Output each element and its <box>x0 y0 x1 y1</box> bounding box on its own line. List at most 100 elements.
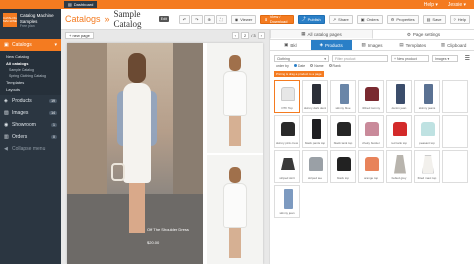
product-tile[interactable]: peasant top <box>414 115 440 148</box>
product-label: striped tee <box>307 176 322 180</box>
sidebar-item-showroom[interactable]: ◉ Showroom 1 <box>0 119 61 131</box>
sort-options: order by Date Name Rank <box>270 64 474 68</box>
sort-date[interactable]: Date <box>293 64 305 68</box>
product-price[interactable]: $20.00 <box>147 240 159 245</box>
product-tile[interactable]: skinny jeans <box>414 80 440 113</box>
secondary-photo-top[interactable] <box>207 43 263 153</box>
product-tile[interactable]: black pants top <box>302 115 328 148</box>
product-tile[interactable]: skinny pink crew <box>274 115 300 148</box>
subtab-templates[interactable]: ▤ Templates <box>392 40 433 50</box>
radio-name[interactable] <box>310 64 314 67</box>
redo-button[interactable]: ↷ <box>191 14 203 24</box>
product-tile[interactable]: black tank top <box>330 115 356 148</box>
dashboard-button[interactable]: ▤ Dashboard <box>64 1 98 8</box>
breadcrumb-catalogs[interactable]: Catalogs <box>65 14 101 24</box>
category-select[interactable]: Clothing ▾ <box>274 55 329 62</box>
product-thumbnail <box>392 154 408 174</box>
product-tile[interactable]: striped tee <box>302 150 328 183</box>
orders-button[interactable]: ▣ Orders <box>356 14 383 24</box>
publish-button[interactable]: ⤴ Publish <box>297 14 325 24</box>
panel-subtabs: ▣ Bkl ◈ Products ▨ Images ▤ Templates ▥ Clipb… <box>270 40 474 51</box>
editor-header: Catalogs » Sample Catalog Edit ↶ ↷ ⊕ ⛶ ◉… <box>61 9 474 30</box>
product-tile[interactable]: striped skirt <box>274 150 300 183</box>
save-button[interactable]: ▤ Save <box>422 14 446 24</box>
fullscreen-button[interactable]: ⛶ <box>215 14 227 24</box>
product-thumbnail <box>280 189 296 209</box>
product-tile[interactable]: red tank top <box>386 115 412 148</box>
product-label: black pants top <box>304 141 326 145</box>
user-menu[interactable]: Jessie ▾ <box>448 2 466 8</box>
product-thumbnail <box>280 154 296 174</box>
product-label: red tank top <box>391 141 407 145</box>
prev-page-button[interactable]: ‹ <box>231 32 239 39</box>
product-tile[interactable]: denim jean <box>386 80 412 113</box>
product-label: fitted maxi top <box>417 176 437 180</box>
product-thumbnail <box>308 84 324 104</box>
radio-date[interactable] <box>293 64 297 67</box>
product-label: ribbed tommy <box>361 106 381 110</box>
help-icon: ? <box>453 16 456 22</box>
sidebar-item-products[interactable]: ◈ Products 19 <box>0 95 61 107</box>
product-tile[interactable]: black top <box>330 150 356 183</box>
secondary-photo-bottom[interactable] <box>207 155 263 264</box>
subtab-clipboard[interactable]: ▥ Clipboard <box>433 40 474 50</box>
product-thumbnail <box>280 84 296 104</box>
new-page-button[interactable]: + new page <box>65 32 94 39</box>
chevron-down-icon: ▾ <box>54 42 57 48</box>
next-page-button[interactable]: › <box>257 32 265 39</box>
help-menu[interactable]: Help ▾ <box>424 2 438 8</box>
sort-name[interactable]: Name <box>310 64 324 68</box>
product-tile <box>442 80 468 113</box>
submenu-new-catalog[interactable]: New Catalog <box>0 53 61 60</box>
sidebar-item-images[interactable]: ▨ Images 14 <box>0 107 61 119</box>
product-tile[interactable]: ribbed tommy <box>358 80 384 113</box>
product-label: skinny dark denim <box>304 106 326 110</box>
top-bar: ▤ Dashboard Help ▾ Jessie ▾ <box>0 0 474 9</box>
properties-button[interactable]: ⚙ Properties <box>386 14 419 24</box>
tab-page-settings[interactable]: ⚙ Page settings <box>373 30 474 39</box>
product-tile[interactable]: cheky bustier <box>358 115 384 148</box>
sort-rank[interactable]: Rank <box>328 64 341 68</box>
help-button[interactable]: ? Help <box>449 14 470 24</box>
product-tile[interactable]: orange top <box>358 150 384 183</box>
product-tile[interactable]: skinny dark denim <box>302 80 328 113</box>
share-button[interactable]: ↗ Share <box>328 14 353 24</box>
product-tile[interactable]: skinny jean <box>274 185 300 218</box>
undo-button[interactable]: ↶ <box>178 14 191 24</box>
background-icon: ▣ <box>284 42 289 47</box>
submenu-layouts[interactable]: Layouts <box>0 86 61 93</box>
product-thumbnail <box>392 119 408 139</box>
product-label: skinny pink crew <box>276 141 298 145</box>
view-download-button[interactable]: ⬇ View / Download <box>260 14 294 24</box>
product-tile[interactable]: fitted maxi top <box>414 150 440 183</box>
tab-all-catalog-pages[interactable]: ▦ All catalog pages <box>270 30 373 39</box>
subtab-images[interactable]: ▨ Images <box>352 40 393 50</box>
subtab-products[interactable]: ◈ Products <box>310 40 352 50</box>
zoom-button[interactable]: ⊕ <box>203 14 215 24</box>
radio-rank[interactable] <box>328 64 332 67</box>
product-caption[interactable]: Off The Shoulder Dress <box>147 227 189 232</box>
submenu-all-catalogs[interactable]: All catalogs <box>0 60 61 67</box>
template-icon: ▤ <box>399 42 404 47</box>
main-product-photo[interactable]: Off The Shoulder Dress $20.00 <box>67 43 203 264</box>
viewer-button[interactable]: ◉ Viewer <box>230 14 257 24</box>
grid-view-icon[interactable]: ☰ <box>465 55 470 62</box>
product-tile[interactable]: skinny blue <box>330 80 356 113</box>
filter-product-input[interactable]: Filter product <box>332 55 388 62</box>
sidebar-item-collapse[interactable]: ◀ Collapse menu <box>0 143 61 155</box>
sidebar-item-catalogs[interactable]: ▣ Catalogs ▾ <box>0 39 61 51</box>
chevron-down-icon: ▾ <box>324 56 326 61</box>
catalog-page[interactable]: Off The Shoulder Dress $20.00 <box>67 43 263 264</box>
submenu-templates[interactable]: Templates <box>0 79 61 86</box>
page-navigator: ‹ 2 / 3 › <box>231 32 265 39</box>
product-tile[interactable]: OTF Top <box>274 80 300 113</box>
product-label: denim jean <box>391 106 407 110</box>
dashboard-icon: ▤ <box>68 2 72 7</box>
subtab-bkl[interactable]: ▣ Bkl <box>270 40 311 50</box>
sidebar-item-orders[interactable]: ▥ Orders 0 <box>0 131 61 143</box>
new-product-button[interactable]: + New product <box>391 55 429 62</box>
images-dropdown[interactable]: Images ▾ <box>432 55 458 62</box>
product-tile[interactable]: belted grey <box>386 150 412 183</box>
product-thumbnail <box>336 84 352 104</box>
page-number-input[interactable]: 2 <box>240 32 250 39</box>
